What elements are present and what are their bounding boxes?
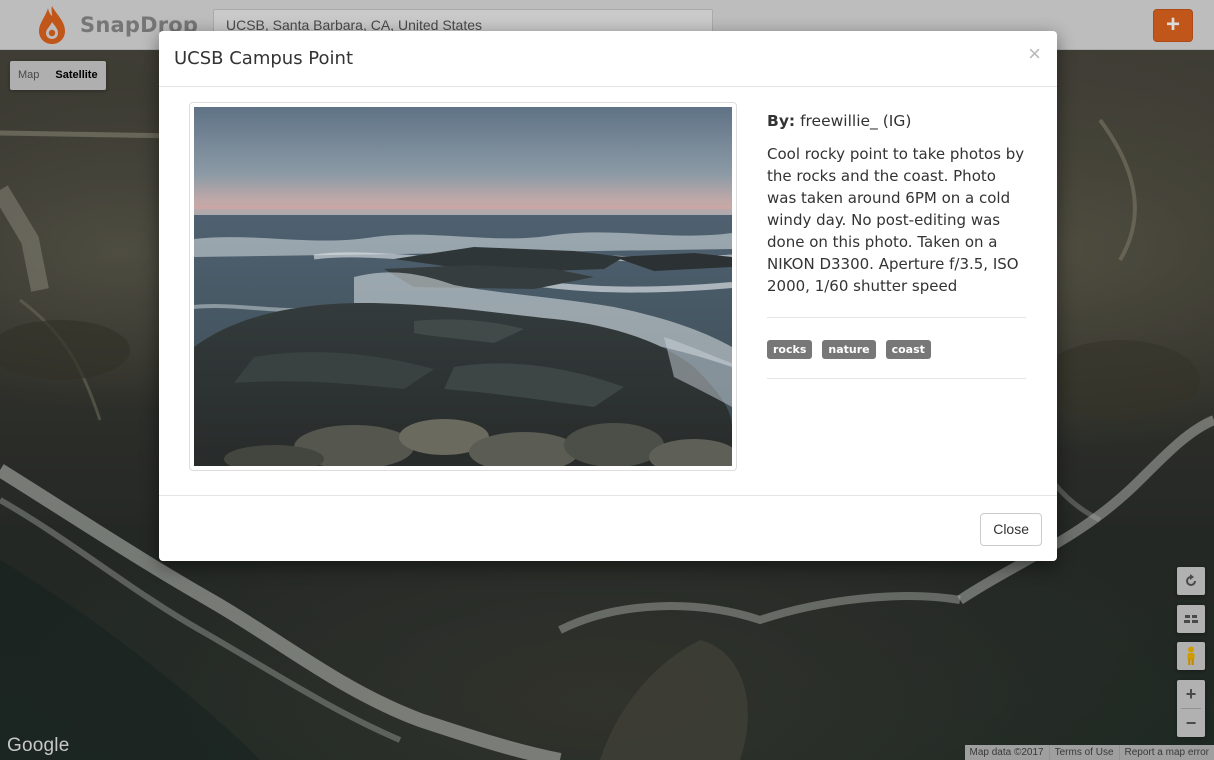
tag-coast[interactable]: coast (885, 340, 931, 359)
photo-author: By: freewillie_ (IG) (767, 111, 1026, 131)
tag-list: rocks nature coast (767, 318, 1026, 379)
photo-description: Cool rocky point to take photos by the r… (767, 143, 1026, 318)
modal-header: UCSB Campus Point × (159, 31, 1057, 87)
photo-thumbnail[interactable] (189, 102, 737, 471)
tag-rocks[interactable]: rocks (767, 340, 813, 359)
close-button[interactable]: Close (980, 513, 1042, 546)
modal-title: UCSB Campus Point (174, 48, 353, 69)
coastal-rocks-photo (194, 107, 732, 466)
photo-detail-modal: UCSB Campus Point × By: freewillie_ (IG)… (159, 31, 1057, 561)
author-label: By: (767, 112, 796, 130)
tag-nature[interactable]: nature (822, 340, 876, 359)
photo-info: By: freewillie_ (IG) Cool rocky point to… (767, 111, 1026, 379)
author-value: freewillie_ (IG) (800, 112, 912, 130)
modal-body: By: freewillie_ (IG) Cool rocky point to… (159, 87, 1057, 496)
close-icon[interactable]: × (1028, 42, 1041, 66)
